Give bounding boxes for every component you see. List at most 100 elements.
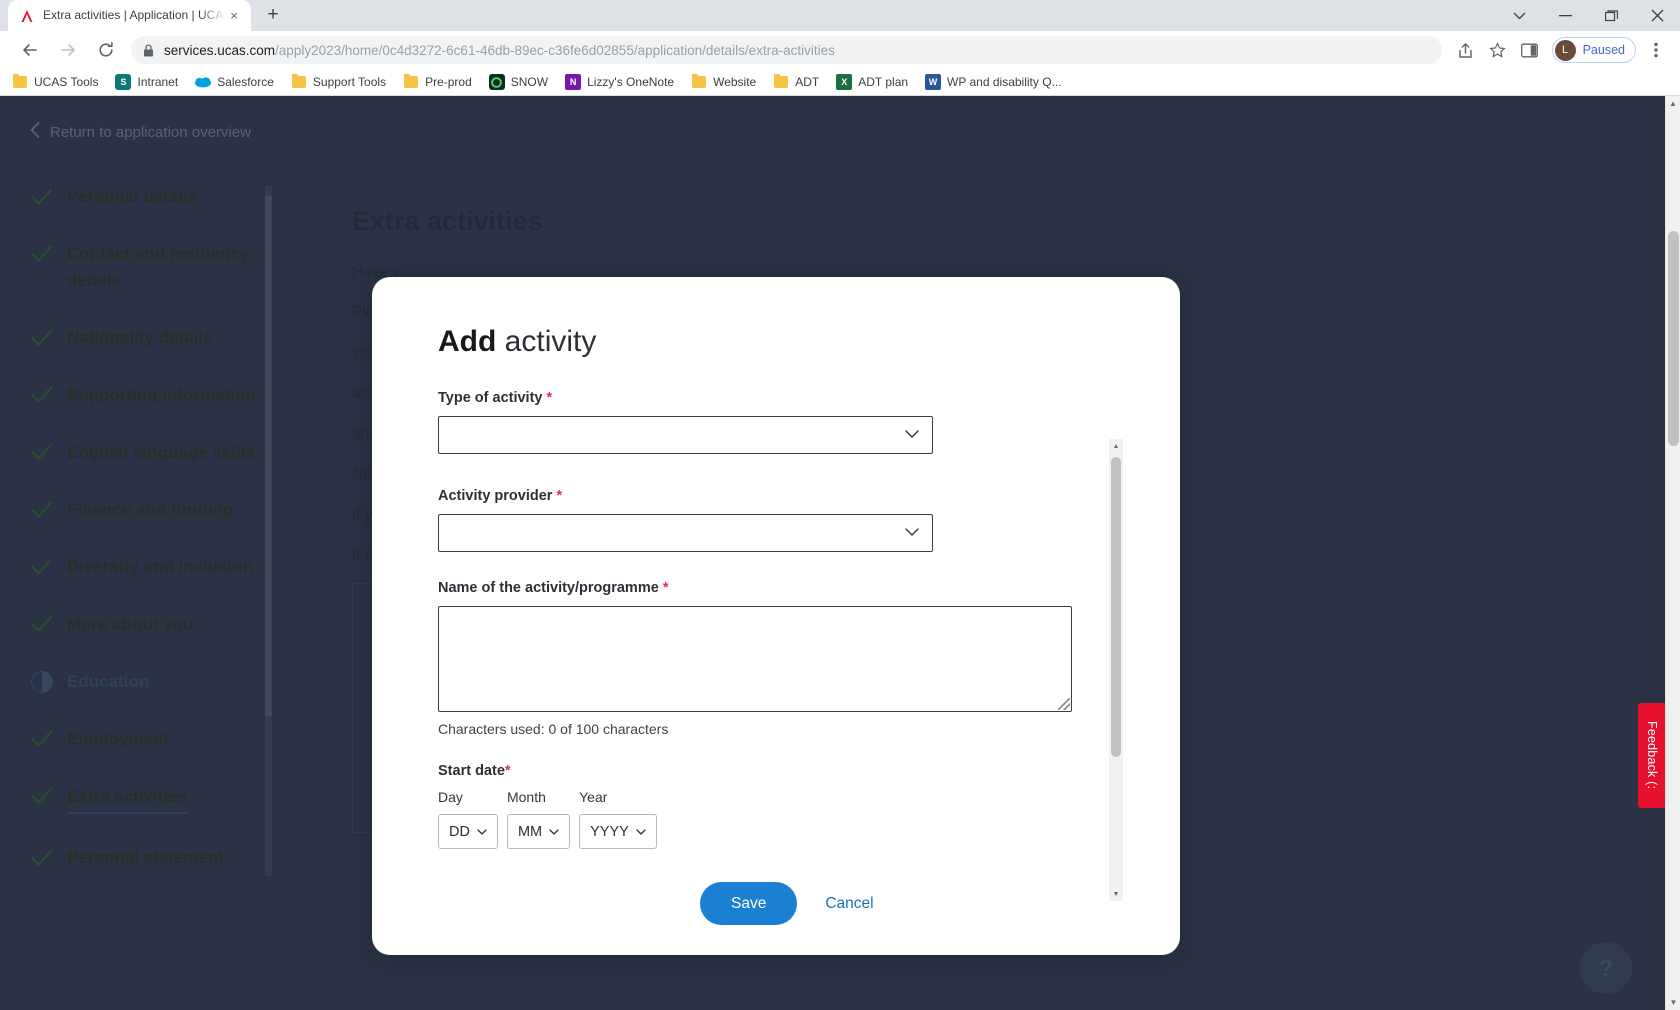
sidebar-item-label: Contact and residency details [67,244,250,290]
close-icon[interactable]: × [225,7,243,25]
address-bar[interactable]: services.ucas.com/apply2023/home/0c4d327… [131,36,1442,64]
bookmark-item[interactable]: W WP and disability Q... [925,74,1062,90]
field-start-date: Start date* Day DD Month MM Year YYYY [438,763,1180,849]
help-button[interactable]: ? [1580,942,1632,994]
month-select[interactable]: MM [506,814,571,849]
add-activity-modal: Add activity Type of activity * Activity… [372,277,1180,955]
lock-icon [143,43,154,57]
profile-button[interactable]: L Paused [1551,37,1636,63]
sidebar-item-label: Diversity and inclusion [67,557,254,577]
reload-icon[interactable] [91,35,121,65]
sidebar-item-english-language-skills[interactable]: English language skills [0,440,296,466]
scroll-down-icon[interactable]: ▼ [1666,995,1680,1010]
chevron-down-icon [477,824,487,840]
sidebar-item-label: English language skills [67,442,255,462]
half-circle-progress-icon [30,670,53,693]
bookmark-item[interactable]: Website [691,74,756,90]
check-icon [30,326,53,349]
type-of-activity-select[interactable] [438,416,933,454]
bookmark-label: Salesforce [217,75,274,89]
sidepanel-icon[interactable] [1516,36,1544,64]
bookmark-item[interactable]: S Intranet [115,74,178,90]
servicenow-icon [488,74,505,90]
activity-name-textarea[interactable] [438,606,1072,712]
sidebar-item-label: Education [67,672,150,692]
sidebar-scrollbar-thumb[interactable] [265,196,272,716]
new-tab-button[interactable]: + [259,1,287,29]
sidebar-item-personal-details[interactable]: Personal details [0,184,296,210]
modal-actions: Save Cancel [372,852,1180,955]
month-value: MM [517,823,543,840]
sidebar-item-diversity-and-inclusion[interactable]: Diversity and inclusion [0,554,296,580]
sidebar-item-education[interactable]: Education [0,669,296,695]
sidebar-item-supporting-information[interactable]: Supporting information [0,382,296,408]
check-icon [30,441,53,464]
maximize-icon[interactable] [1588,0,1634,31]
start-date-month: Month MM [506,789,571,849]
feedback-tab[interactable]: Feedback (: [1638,703,1666,808]
bookmark-label: ADT plan [858,75,909,89]
sidebar-item-employment[interactable]: Employment [0,726,296,752]
bookmark-item[interactable]: Support Tools [291,74,386,90]
label-text: Type of activity [438,390,543,406]
folder-icon [691,74,707,90]
back-icon[interactable] [15,35,45,65]
page-scrollbar-thumb[interactable] [1668,231,1679,446]
bookmark-item[interactable]: ADT [773,74,819,90]
return-link-label: Return to application overview [50,123,251,141]
sidebar-item-label: Personal details [67,187,198,206]
folder-icon [291,74,307,90]
sidebar-item-contact-and-residency-details[interactable]: Contact and residency details [0,241,296,294]
modal-scrollbar-thumb[interactable] [1111,457,1121,757]
forward-icon[interactable] [53,35,83,65]
browser-window: Extra activities | Application | UCA × + [0,0,1680,1010]
page-icon [12,74,28,90]
bookmark-label: Intranet [137,75,179,89]
page-scrollbar[interactable]: ▲ ▼ [1665,96,1680,1010]
modal-title-rest: activity [504,325,597,358]
minimize-icon[interactable] [1542,0,1588,31]
bookmark-item[interactable]: SNOW [488,74,548,90]
window-close-icon[interactable] [1634,0,1680,31]
browser-tab[interactable]: Extra activities | Application | UCA × [8,0,251,31]
bookmark-item[interactable]: X ADT plan [836,74,908,90]
bookmark-star-icon[interactable] [1484,36,1512,64]
type-of-activity-label: Type of activity * [438,390,1180,406]
bookmark-item[interactable]: Salesforce [195,74,274,90]
activity-provider-label: Activity provider * [438,488,1180,504]
day-label: Day [438,789,463,805]
bookmark-item[interactable]: N Lizzy's OneNote [565,74,674,90]
modal-scrollbar-track[interactable]: ▲ ▼ [1109,439,1123,901]
url-path: /apply2023/home/0c4d3272-6c61-46db-89ec-… [275,42,835,58]
required-marker: * [546,390,553,406]
feedback-label: Feedback (: [1645,721,1659,790]
sidebar-item-personal-statement[interactable]: Personal statement [0,845,296,871]
scroll-up-icon[interactable]: ▲ [1109,439,1123,453]
cancel-button[interactable]: Cancel [825,895,873,913]
tab-search-icon[interactable] [1496,0,1542,31]
sidebar-item-nationality-details[interactable]: Nationality details [0,325,296,351]
return-to-overview-link[interactable]: Return to application overview [0,114,296,142]
sidebar-item-extra-activities[interactable]: Extra activities [0,784,296,815]
check-icon [30,846,53,869]
chevron-down-icon [636,824,646,840]
scroll-up-icon[interactable]: ▲ [1666,96,1680,111]
sidebar-item-finance-and-funding[interactable]: Finance and funding [0,497,296,523]
save-button[interactable]: Save [700,882,798,925]
day-select[interactable]: DD [438,814,498,849]
bookmark-item[interactable]: UCAS Tools [12,74,98,90]
bookmark-item[interactable]: Pre-prod [403,74,472,90]
activity-provider-select[interactable] [438,514,933,552]
sidebar-item-more-about-you[interactable]: More about you [0,612,296,638]
bookmark-label: WP and disability Q... [947,75,1062,89]
year-select[interactable]: YYYY [579,814,657,849]
share-icon[interactable] [1452,36,1480,64]
start-date-group: Day DD Month MM Year YYYY [438,789,1180,849]
sidebar-item-label: Supporting information [67,385,256,405]
bookmark-label: UCAS Tools [34,75,99,89]
chrome-menu-icon[interactable] [1642,36,1670,64]
field-activity-name: Name of the activity/programme * Charact… [438,580,1180,737]
sidebar-item-label: Personal statement [67,848,224,868]
bookmark-label: Pre-prod [425,75,472,89]
browser-toolbar: services.ucas.com/apply2023/home/0c4d327… [0,31,1680,69]
